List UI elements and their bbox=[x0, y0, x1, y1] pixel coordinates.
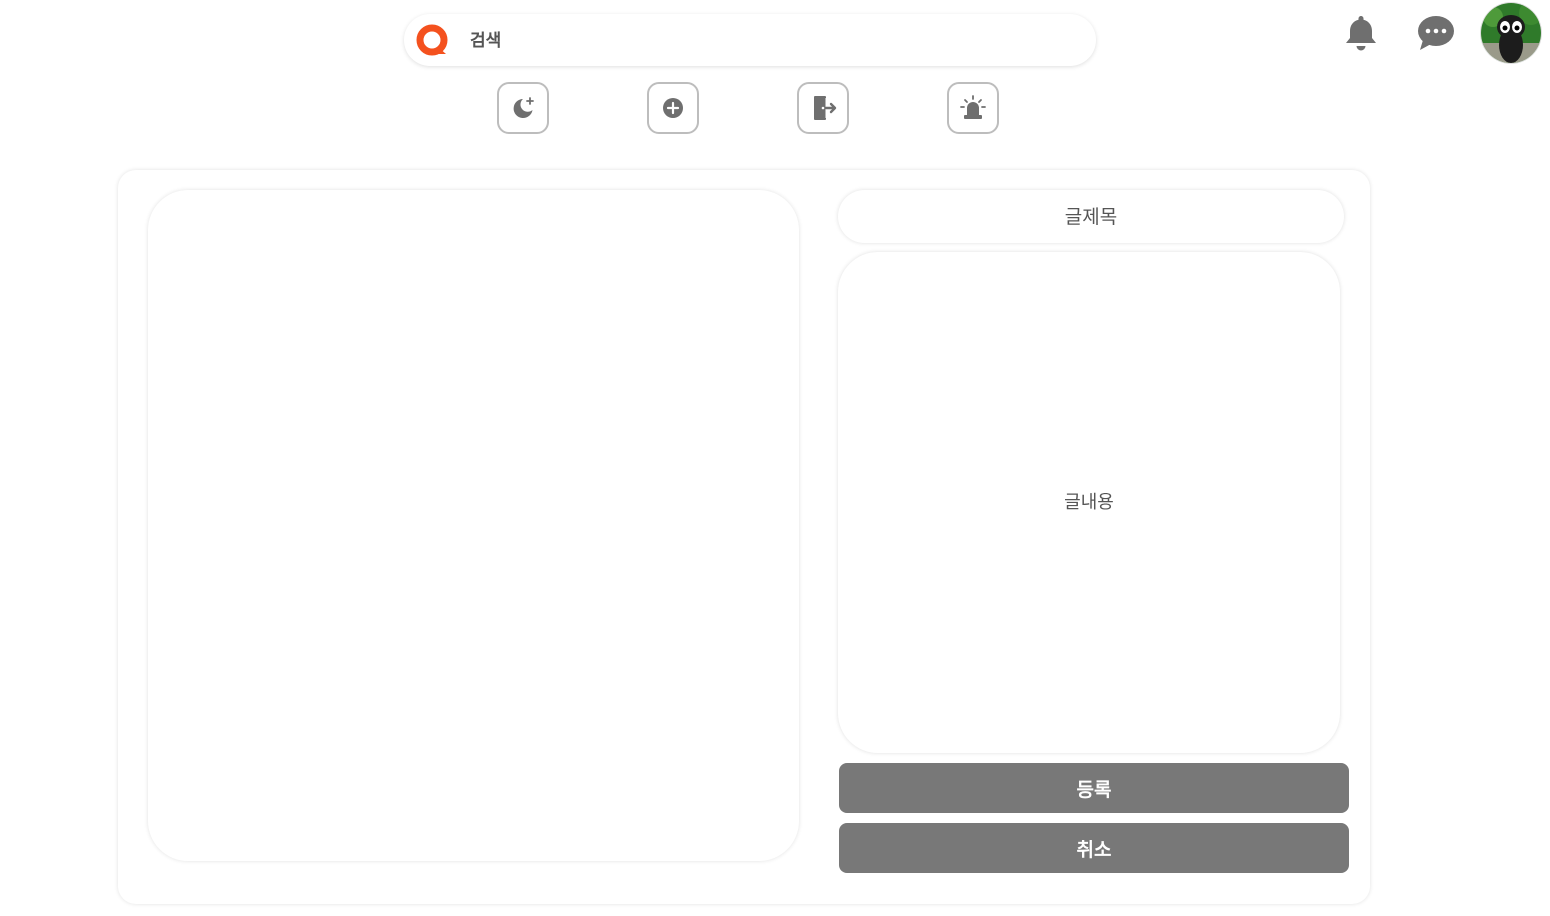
brand-logo-icon bbox=[416, 24, 448, 56]
dark-mode-moon-icon bbox=[513, 97, 534, 118]
search-input[interactable] bbox=[468, 24, 1072, 58]
search-bar bbox=[404, 14, 1096, 66]
dark-mode-button[interactable] bbox=[497, 82, 549, 134]
image-upload-area[interactable] bbox=[148, 190, 799, 861]
siren-alert-icon bbox=[960, 95, 986, 119]
cancel-button[interactable]: 취소 bbox=[839, 823, 1349, 873]
chat-bubble-icon[interactable] bbox=[1415, 12, 1457, 54]
submit-button[interactable]: 등록 bbox=[839, 763, 1349, 813]
post-content-input[interactable] bbox=[838, 252, 1340, 753]
post-title-input[interactable] bbox=[838, 190, 1344, 243]
bell-icon[interactable] bbox=[1340, 12, 1382, 54]
logout-door-icon bbox=[814, 96, 837, 120]
user-avatar[interactable] bbox=[1481, 3, 1541, 63]
report-button[interactable] bbox=[947, 82, 999, 134]
add-circle-icon bbox=[663, 98, 683, 118]
logout-button[interactable] bbox=[797, 82, 849, 134]
add-post-button[interactable] bbox=[647, 82, 699, 134]
